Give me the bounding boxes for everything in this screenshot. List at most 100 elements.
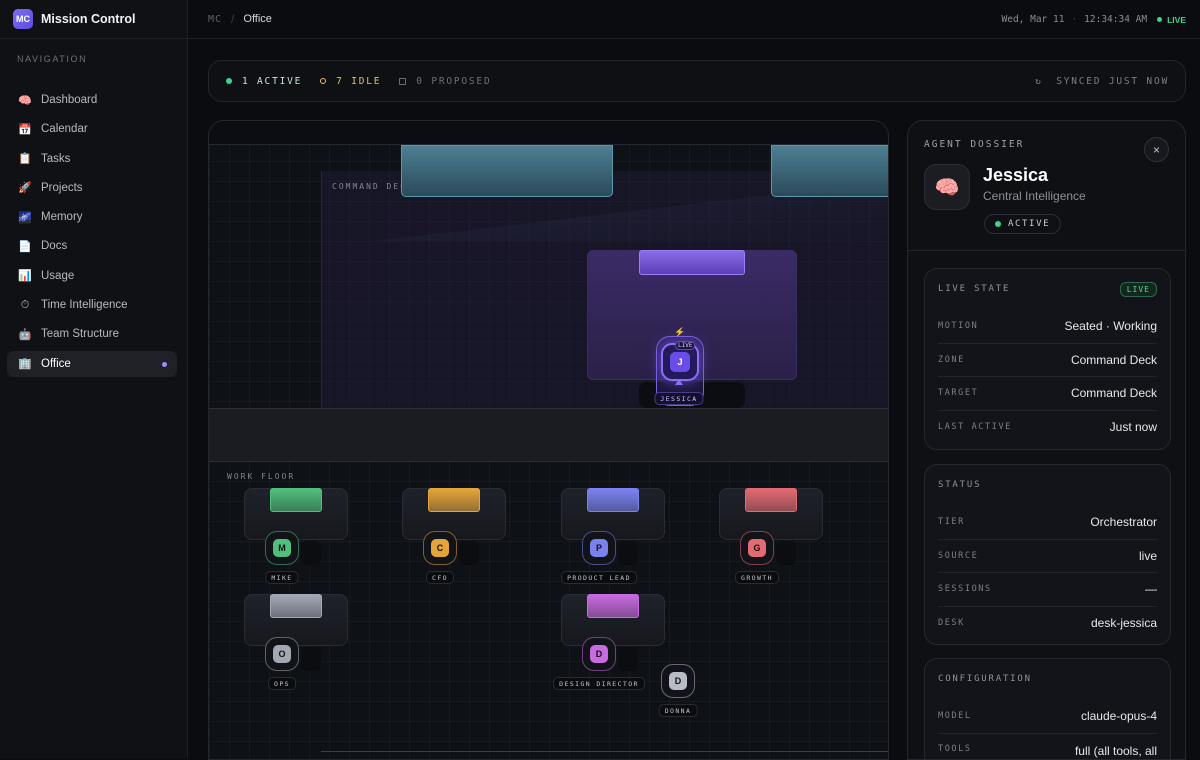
sidebar-item-memory[interactable]: 🌌 Memory [7, 204, 177, 230]
idle-ring-icon [320, 78, 326, 84]
window-panel-left [401, 145, 613, 197]
desk-chair [301, 541, 321, 565]
agent-status-label: ACTIVE [1008, 219, 1050, 229]
sidebar-item-label: Memory [41, 211, 83, 223]
sidebar-item-office[interactable]: 🏢Office [7, 351, 177, 377]
stopwatch-icon: ⏱ [17, 299, 33, 312]
topbar: MC / Office Wed, Mar 11 · 12:34:34 AM LI… [188, 0, 1200, 39]
row-key: TOOLS [938, 744, 972, 754]
agent-avatar[interactable]: D [661, 664, 695, 698]
sidebar-item-label: Calendar [41, 123, 88, 135]
time-text: 12:34:34 AM [1084, 14, 1147, 25]
app-title: Mission Control [41, 12, 135, 26]
jessica-live-tag: LIVE [675, 341, 695, 350]
row-value: Orchestrator [1090, 515, 1157, 529]
desk-monitor [587, 594, 639, 618]
row-value: Seated · Working [1065, 319, 1158, 333]
dossier-row: ZONE Command Deck [938, 343, 1157, 377]
agent-name-tag: DESIGN DIRECTOR [553, 677, 645, 690]
dossier-row: MODELclaude-opus-4 [938, 699, 1157, 733]
desk-chair [618, 647, 638, 671]
desk-chair [776, 541, 796, 565]
status-active[interactable]: 1 ACTIVE [226, 76, 302, 87]
desk-monitor [587, 488, 639, 512]
robot-icon: 🤖 [17, 328, 33, 341]
row-key: ZONE [938, 355, 965, 365]
status-card-header: STATUS [925, 465, 1170, 505]
nav-heading: NAVIGATION [0, 39, 187, 87]
configuration-card: CONFIGURATION MODELclaude-opus-4TOOLSful… [924, 658, 1171, 760]
desk-monitor [270, 488, 322, 512]
desk-chair [459, 541, 479, 565]
active-dot-icon [226, 78, 232, 84]
bar-chart-icon: 📊 [17, 269, 33, 282]
row-key: MODEL [938, 711, 972, 721]
breadcrumb-root[interactable]: MC [208, 14, 222, 25]
row-value: Command Deck [1071, 353, 1157, 367]
desk-monitor [428, 488, 480, 512]
brand[interactable]: MC Mission Control [0, 0, 187, 39]
agent-role: Central Intelligence [983, 189, 1086, 203]
status-idle[interactable]: 7 IDLE [320, 76, 381, 87]
sidebar-item-dashboard[interactable]: 🧠Dashboard [7, 87, 177, 113]
row-key: DESK [938, 618, 965, 628]
desk-chair [301, 647, 321, 671]
status-proposed[interactable]: 0 PROPOSED [399, 76, 491, 87]
dossier-row: LAST ACTIVEJust now [938, 410, 1157, 444]
sidebar-item-docs[interactable]: 📄 Docs [7, 233, 177, 259]
dossier-header: AGENT DOSSIER × 🧠 Jessica Central Intell… [908, 121, 1185, 251]
sidebar-item-label: Projects [41, 182, 83, 194]
configuration-rows: MODELclaude-opus-4TOOLSfull (all tools, … [925, 699, 1170, 760]
sidebar-item-calendar[interactable]: 📅Calendar [7, 116, 177, 142]
row-key: SOURCE [938, 551, 978, 561]
sidebar-item-time-intelligence[interactable]: ⏱Time Intelligence [7, 292, 177, 318]
agent-initial: G [748, 539, 766, 557]
sidebar-item-label: Team Structure [41, 328, 119, 340]
agent-initial: M [273, 539, 291, 557]
agent-avatar[interactable]: P [582, 531, 616, 565]
sidebar-item-usage[interactable]: 📊Usage [7, 263, 177, 289]
agent-name-tag: GROWTH [735, 571, 779, 584]
status-idle-label: 7 IDLE [336, 76, 381, 87]
agent-initial: P [590, 539, 608, 557]
brain-icon: 🧠 [17, 94, 33, 107]
dossier-row: TIER Orchestrator [938, 505, 1157, 539]
agent-initial: C [431, 539, 449, 557]
agent-avatar[interactable]: C [423, 531, 457, 565]
agent-avatar[interactable]: M [265, 531, 299, 565]
dossier-row: MOTIONSeated · Working [938, 309, 1157, 343]
dossier-row: TOOLSfull (all tools, all permissions) [938, 733, 1157, 760]
row-value: Just now [1110, 420, 1157, 434]
agent-avatar[interactable]: O [265, 637, 299, 671]
live-indicator-dot [1157, 17, 1162, 22]
row-key: TARGET [938, 388, 978, 398]
sidebar-item-tasks[interactable]: 📋Tasks [7, 146, 177, 172]
agent-avatar[interactable]: G [740, 531, 774, 565]
agent-avatar[interactable]: D [582, 637, 616, 671]
row-value: — [1145, 582, 1157, 596]
close-button[interactable]: × [1144, 137, 1169, 162]
live-state-header: LIVE STATE LIVE [925, 269, 1170, 309]
status-bar: 1 ACTIVE 7 IDLE 0 PROPOSED ↻ SYNCED JUST… [208, 60, 1186, 102]
row-key: TIER [938, 517, 965, 527]
status-card-title: STATUS [938, 480, 981, 490]
agent-status-badge: ACTIVE [984, 214, 1061, 234]
rocket-icon: 🚀 [17, 181, 33, 194]
sidebar-item-team-structure[interactable]: 🤖 Team Structure [7, 321, 177, 347]
sync-label: SYNCED JUST NOW [1056, 76, 1169, 87]
row-value: desk-jessica [1091, 616, 1157, 630]
document-icon: 📄 [17, 240, 33, 253]
jessica-pointer-icon [675, 379, 683, 385]
sidebar-item-label: Docs [41, 240, 67, 252]
sidebar-item-label: Office [41, 358, 71, 370]
sidebar-item-projects[interactable]: 🚀 Projects [7, 175, 177, 201]
galaxy-icon: 🌌 [17, 211, 33, 224]
agent-initial: O [273, 645, 291, 663]
date-text: Wed, Mar 11 [1002, 14, 1065, 25]
status-rows: TIEROrchestratorSOURCEliveSESSIONS—DESKd… [925, 505, 1170, 639]
corridor [209, 408, 888, 462]
clock-separator: · [1071, 14, 1077, 25]
office-map[interactable]: COMMAND DECK ⚡ J LIVE JESSICA WORK FLOOR… [208, 120, 889, 760]
sync-status[interactable]: ↻ SYNCED JUST NOW [1035, 76, 1169, 87]
map-top-strip [209, 121, 888, 145]
